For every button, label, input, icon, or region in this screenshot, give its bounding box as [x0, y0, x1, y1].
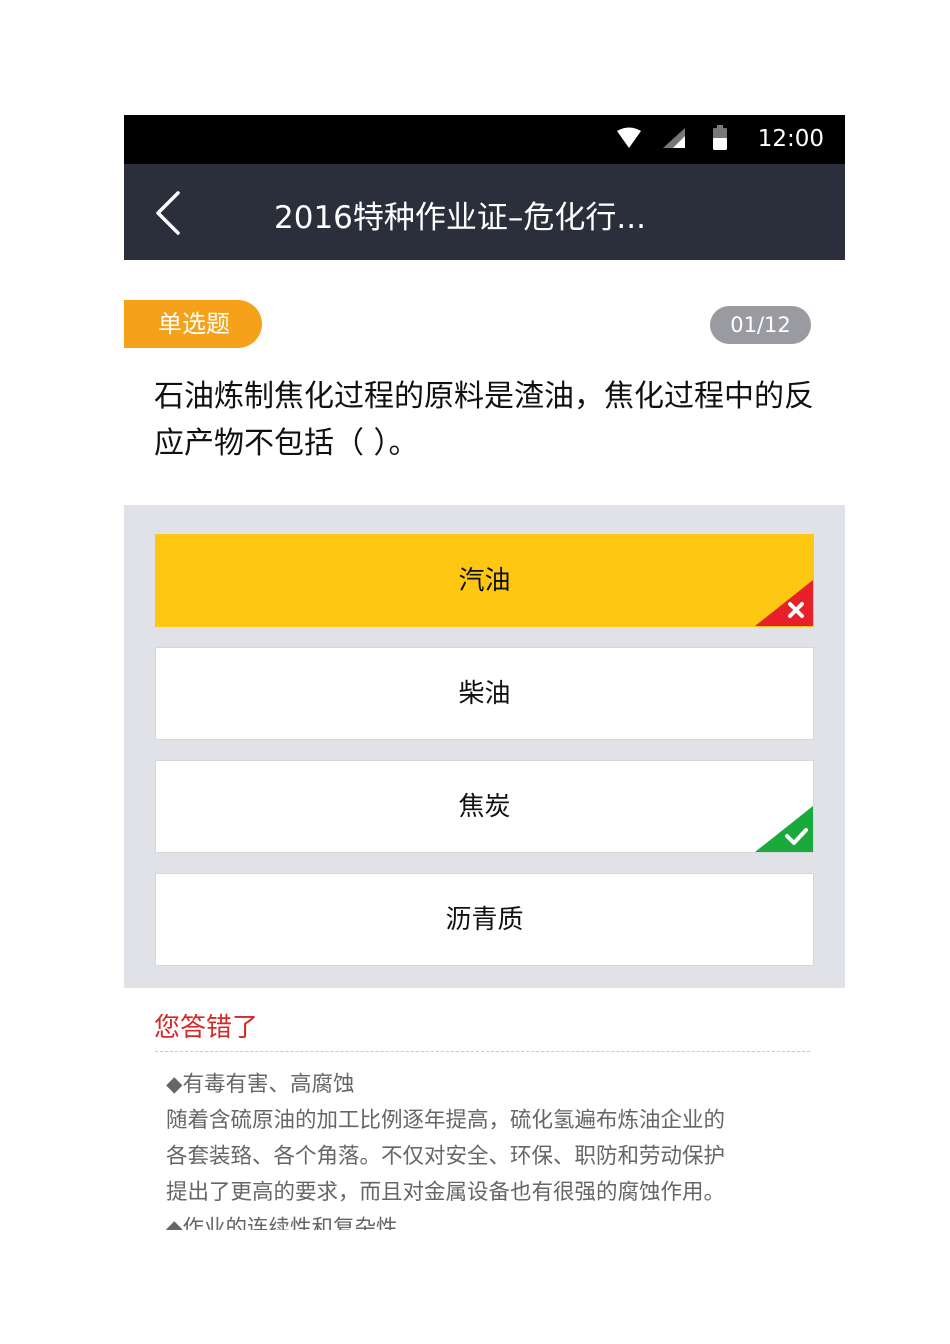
status-time: 12:00: [757, 126, 824, 152]
option-b[interactable]: 柴油: [155, 647, 814, 740]
status-bar: 12:00: [124, 115, 845, 164]
options-panel: 汽油 柴油 焦炭 沥青质: [124, 505, 845, 988]
page-title: 2016特种作业证–危化行...: [274, 200, 646, 236]
phone-screen: 12:00 2016特种作业证–危化行... 单选题 01/12 石油炼制焦化过…: [124, 115, 845, 1230]
option-c[interactable]: 焦炭: [155, 760, 814, 853]
explanation-line: 提出了更高的要求，而且对金属设备也有很强的腐蚀作用。: [166, 1180, 726, 1205]
option-label: 沥青质: [445, 905, 524, 935]
option-a[interactable]: 汽油: [155, 534, 814, 627]
explanation-text: ◆有毒有害、高腐蚀 随着含硫原油的加工比例逐年提高，硫化氢遍布炼油企业的 各套装…: [166, 1067, 806, 1230]
app-bar: 2016特种作业证–危化行...: [124, 164, 845, 260]
explanation-line: 随着含硫原油的加工比例逐年提高，硫化氢遍布炼油企业的: [166, 1108, 726, 1133]
dashed-divider: [155, 1051, 810, 1052]
explanation-line: ◆有毒有害、高腐蚀: [166, 1072, 355, 1097]
signal-icon: [662, 127, 686, 153]
wrong-mark-icon: [755, 580, 813, 626]
battery-icon: [712, 125, 728, 155]
option-label: 汽油: [458, 566, 511, 596]
explanation-line: ◆作业的连续性和复杂性: [166, 1216, 398, 1230]
back-button[interactable]: [154, 190, 194, 236]
question-type-badge: 单选题: [124, 300, 262, 348]
chevron-left-icon: [154, 191, 184, 240]
option-d[interactable]: 沥青质: [155, 873, 814, 966]
correct-mark-icon: [755, 806, 813, 852]
question-counter-badge: 01/12: [710, 306, 811, 344]
result-text: 您答错了: [154, 1013, 259, 1043]
option-label: 焦炭: [458, 792, 511, 822]
explanation-line: 各套装臵、各个角落。不仅对安全、环保、职防和劳动保护: [166, 1144, 726, 1169]
option-label: 柴油: [458, 679, 511, 709]
wifi-icon: [616, 127, 642, 153]
question-text: 石油炼制焦化过程的原料是渣油，焦化过程中的反应产物不包括（ ）。: [154, 379, 814, 461]
